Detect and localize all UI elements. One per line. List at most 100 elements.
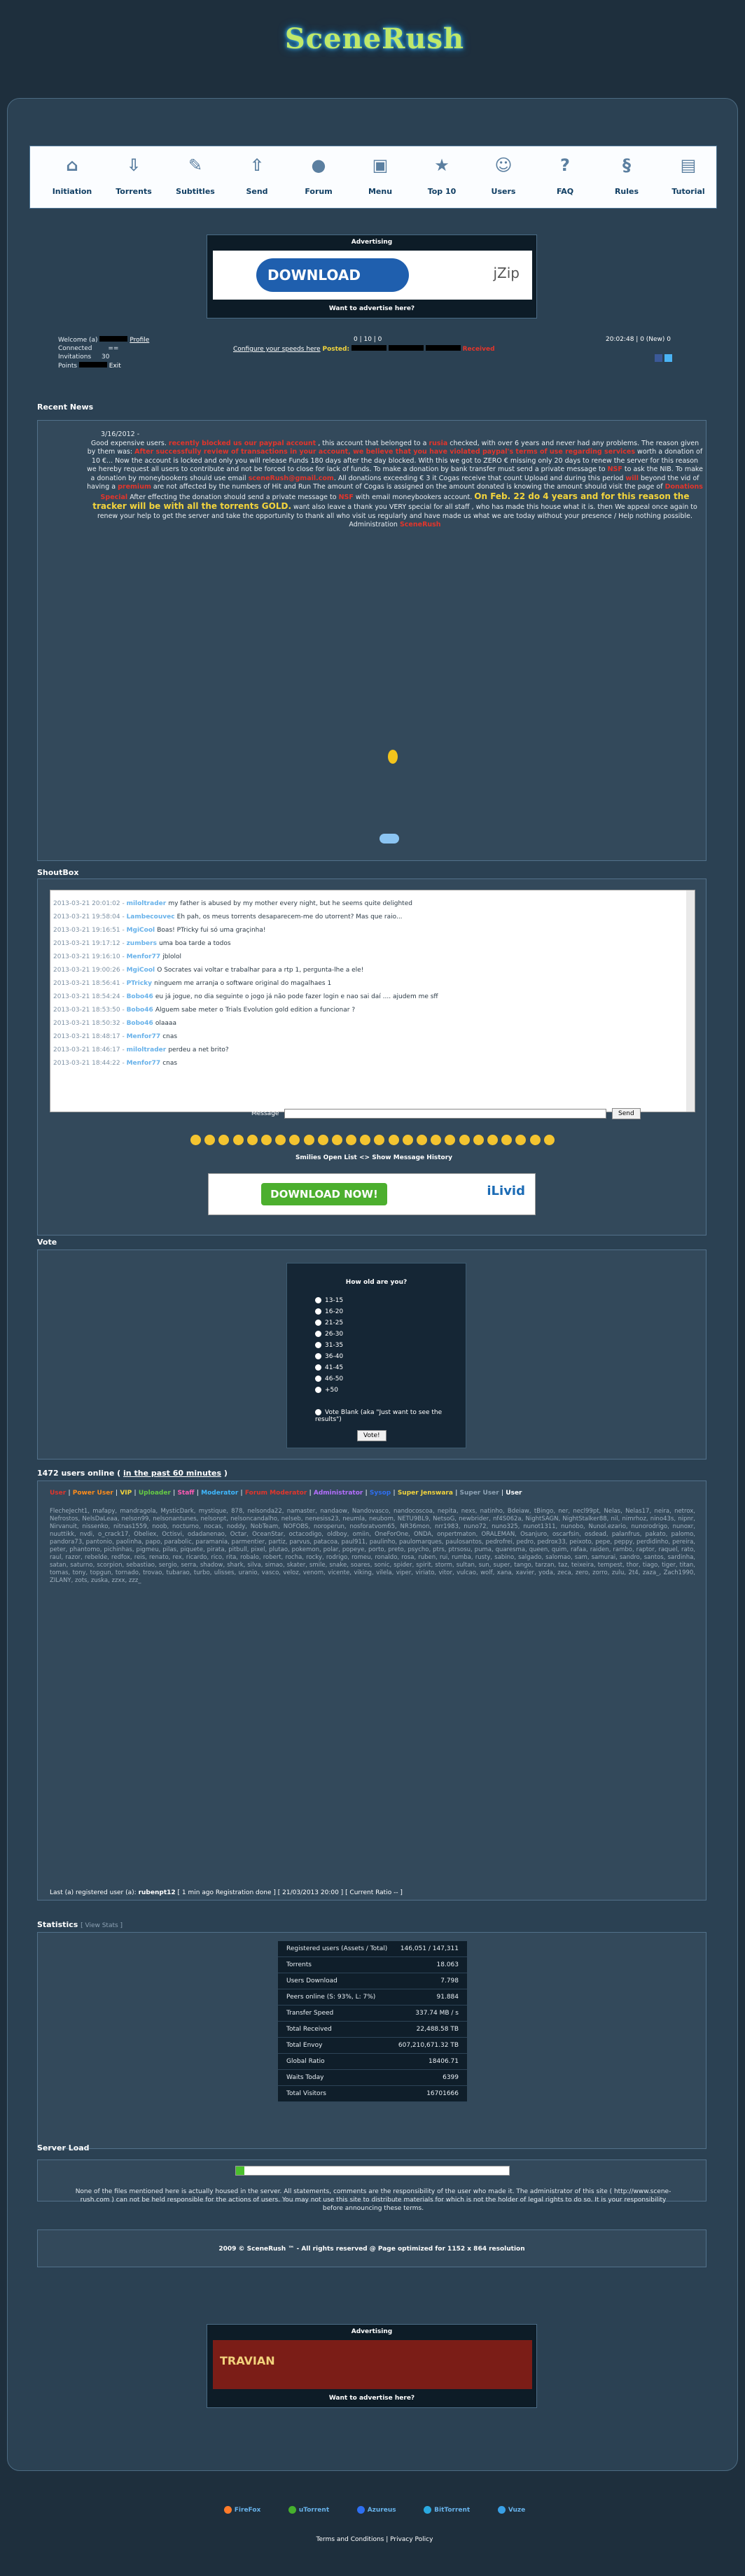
exit-link[interactable]: Exit xyxy=(109,363,121,370)
speeds-link[interactable]: Configure your speeds here xyxy=(233,346,321,353)
emoticon-icon[interactable] xyxy=(501,1135,513,1145)
shout-scrollbar[interactable] xyxy=(686,890,695,1112)
browser-link[interactable]: Azureus xyxy=(356,2506,396,2520)
emoticon-icon[interactable] xyxy=(218,1135,230,1145)
emoticon-icon[interactable] xyxy=(331,1135,342,1145)
poll-option[interactable]: +50 xyxy=(315,1387,466,1394)
online-users-list[interactable]: FlecheJecht1, mafapy, mandragola, Mystic… xyxy=(50,1508,695,1882)
shout-user[interactable]: Bobo46 xyxy=(127,1020,155,1027)
browser-link[interactable]: uTorrent xyxy=(288,2506,329,2520)
history-link[interactable]: Show Message History xyxy=(372,1154,452,1161)
emoticon-icon[interactable] xyxy=(260,1135,272,1145)
emoticon-icon[interactable] xyxy=(289,1135,300,1145)
vote-button[interactable]: Vote! xyxy=(357,1430,387,1441)
radio-icon[interactable] xyxy=(315,1376,321,1382)
ad-ilivid[interactable]: DOWNLOAD NOW! iLivid xyxy=(208,1173,536,1215)
emoticon-icon[interactable] xyxy=(459,1135,470,1145)
emoticon-icon[interactable] xyxy=(246,1135,258,1145)
shout-messages[interactable] xyxy=(50,890,695,1112)
nav-menu[interactable]: ▣ Menu xyxy=(352,150,408,196)
shout-user[interactable]: miloltrader xyxy=(127,1046,169,1054)
send-button[interactable]: Send xyxy=(612,1108,641,1119)
radio-icon[interactable] xyxy=(315,1297,321,1303)
browser-link[interactable]: BitTorrent xyxy=(424,2506,470,2520)
browser-link[interactable]: FireFox xyxy=(223,2506,260,2520)
poll-option[interactable]: 41-45 xyxy=(315,1364,466,1371)
shout-user[interactable]: Lambecouvec xyxy=(127,913,177,920)
past-60-link[interactable]: in the past 60 minutes xyxy=(123,1469,221,1478)
shout-user[interactable]: Menfor77 xyxy=(127,1060,163,1067)
shout-user[interactable]: miloltrader xyxy=(127,900,169,907)
poll-option[interactable]: 31-35 xyxy=(315,1342,466,1349)
radio-icon[interactable] xyxy=(315,1342,321,1348)
emoticon-icon[interactable] xyxy=(317,1135,328,1145)
site-logo[interactable]: SceneRush xyxy=(270,6,480,72)
ad-download-button[interactable]: DOWNLOAD xyxy=(256,258,409,292)
shout-user[interactable]: Menfor77 xyxy=(127,1033,163,1040)
nav-tutorial[interactable]: ▤ Tutorial xyxy=(660,150,716,196)
shout-user[interactable]: MgiCool xyxy=(127,927,158,934)
nav-send[interactable]: ⇧ Send xyxy=(229,150,285,196)
emoticon-icon[interactable] xyxy=(445,1135,456,1145)
browser-link[interactable]: Vuze xyxy=(497,2506,525,2520)
shout-user[interactable]: Bobo46 xyxy=(127,1007,155,1014)
advertise-link[interactable]: Want to advertise here? xyxy=(207,305,536,312)
emoticon-icon[interactable] xyxy=(303,1135,314,1145)
ad-image[interactable]: DOWNLOAD jZip xyxy=(213,251,532,300)
last-user-link[interactable]: rubenpt12 xyxy=(139,1889,176,1896)
shout-user[interactable]: zumbers xyxy=(127,940,160,947)
news-count[interactable]: 0 (New) 0 xyxy=(640,336,671,343)
radio-icon[interactable] xyxy=(315,1308,321,1315)
ad-download-now-button[interactable]: DOWNLOAD NOW! xyxy=(261,1183,387,1205)
twitter-icon[interactable] xyxy=(664,354,672,362)
emoticon-icon[interactable] xyxy=(204,1135,216,1145)
nav-users[interactable]: ☺ Users xyxy=(475,150,531,196)
shout-user[interactable]: MgiCool xyxy=(127,967,158,974)
advertise-link[interactable]: Want to advertise here? xyxy=(207,2395,536,2402)
poll-option[interactable]: 46-50 xyxy=(315,1376,466,1382)
poll-option[interactable]: 16-20 xyxy=(315,1308,466,1315)
emoticon-icon[interactable] xyxy=(346,1135,357,1145)
shout-user[interactable]: Bobo46 xyxy=(127,993,155,1000)
emoticon-icon[interactable] xyxy=(529,1135,541,1145)
smilies-link[interactable]: Smilies Open List xyxy=(295,1154,357,1161)
emoticon-icon[interactable] xyxy=(232,1135,244,1145)
emoticon-icon[interactable] xyxy=(374,1135,385,1145)
emoticon-icon[interactable] xyxy=(473,1135,484,1145)
emoticon-icon[interactable] xyxy=(515,1135,527,1145)
poll-option[interactable]: 26-30 xyxy=(315,1331,466,1338)
radio-icon[interactable] xyxy=(315,1409,321,1415)
nav-subtitles[interactable]: ✎ Subtitles xyxy=(167,150,223,196)
emoticon-icon[interactable] xyxy=(388,1135,399,1145)
message-input[interactable] xyxy=(284,1109,606,1119)
poll-option[interactable]: 36-40 xyxy=(315,1353,466,1360)
nav-top-10[interactable]: ★ Top 10 xyxy=(414,150,470,196)
radio-icon[interactable] xyxy=(315,1387,321,1393)
radio-icon[interactable] xyxy=(315,1331,321,1337)
nav-torrents[interactable]: ⇩ Torrents xyxy=(106,150,162,196)
nav-faq[interactable]: ? FAQ xyxy=(537,150,593,196)
shout-user[interactable]: Menfor77 xyxy=(127,953,163,960)
radio-icon[interactable] xyxy=(315,1320,321,1326)
emoticon-icon[interactable] xyxy=(190,1135,201,1145)
poll-option[interactable]: Vote Blank (aka "Just want to see the re… xyxy=(315,1409,466,1423)
emoticon-icon[interactable] xyxy=(431,1135,442,1145)
emoticon-icon[interactable] xyxy=(417,1135,427,1145)
emoticon-icon[interactable] xyxy=(360,1135,371,1145)
nav-rules[interactable]: § Rules xyxy=(599,150,655,196)
nav-forum[interactable]: ● Forum xyxy=(291,150,347,196)
ad-image[interactable]: TRAVIAN xyxy=(213,2340,532,2389)
poll-option[interactable]: 13-15 xyxy=(315,1297,466,1304)
emoticon-icon[interactable] xyxy=(487,1135,498,1145)
shout-user[interactable]: PTricky xyxy=(127,980,155,987)
radio-icon[interactable] xyxy=(315,1364,321,1371)
emoticon-icon[interactable] xyxy=(543,1135,555,1145)
view-stats-link[interactable]: [ View Stats ] xyxy=(81,1922,123,1929)
emoticon-icon[interactable] xyxy=(275,1135,286,1145)
radio-icon[interactable] xyxy=(315,1353,321,1359)
terms-links[interactable]: Terms and Conditions | Privacy Policy xyxy=(210,2536,539,2543)
facebook-icon[interactable] xyxy=(655,354,662,362)
poll-option[interactable]: 21-25 xyxy=(315,1320,466,1326)
emoticon-icon[interactable] xyxy=(402,1135,413,1145)
profile-link[interactable]: Profile xyxy=(130,337,149,344)
